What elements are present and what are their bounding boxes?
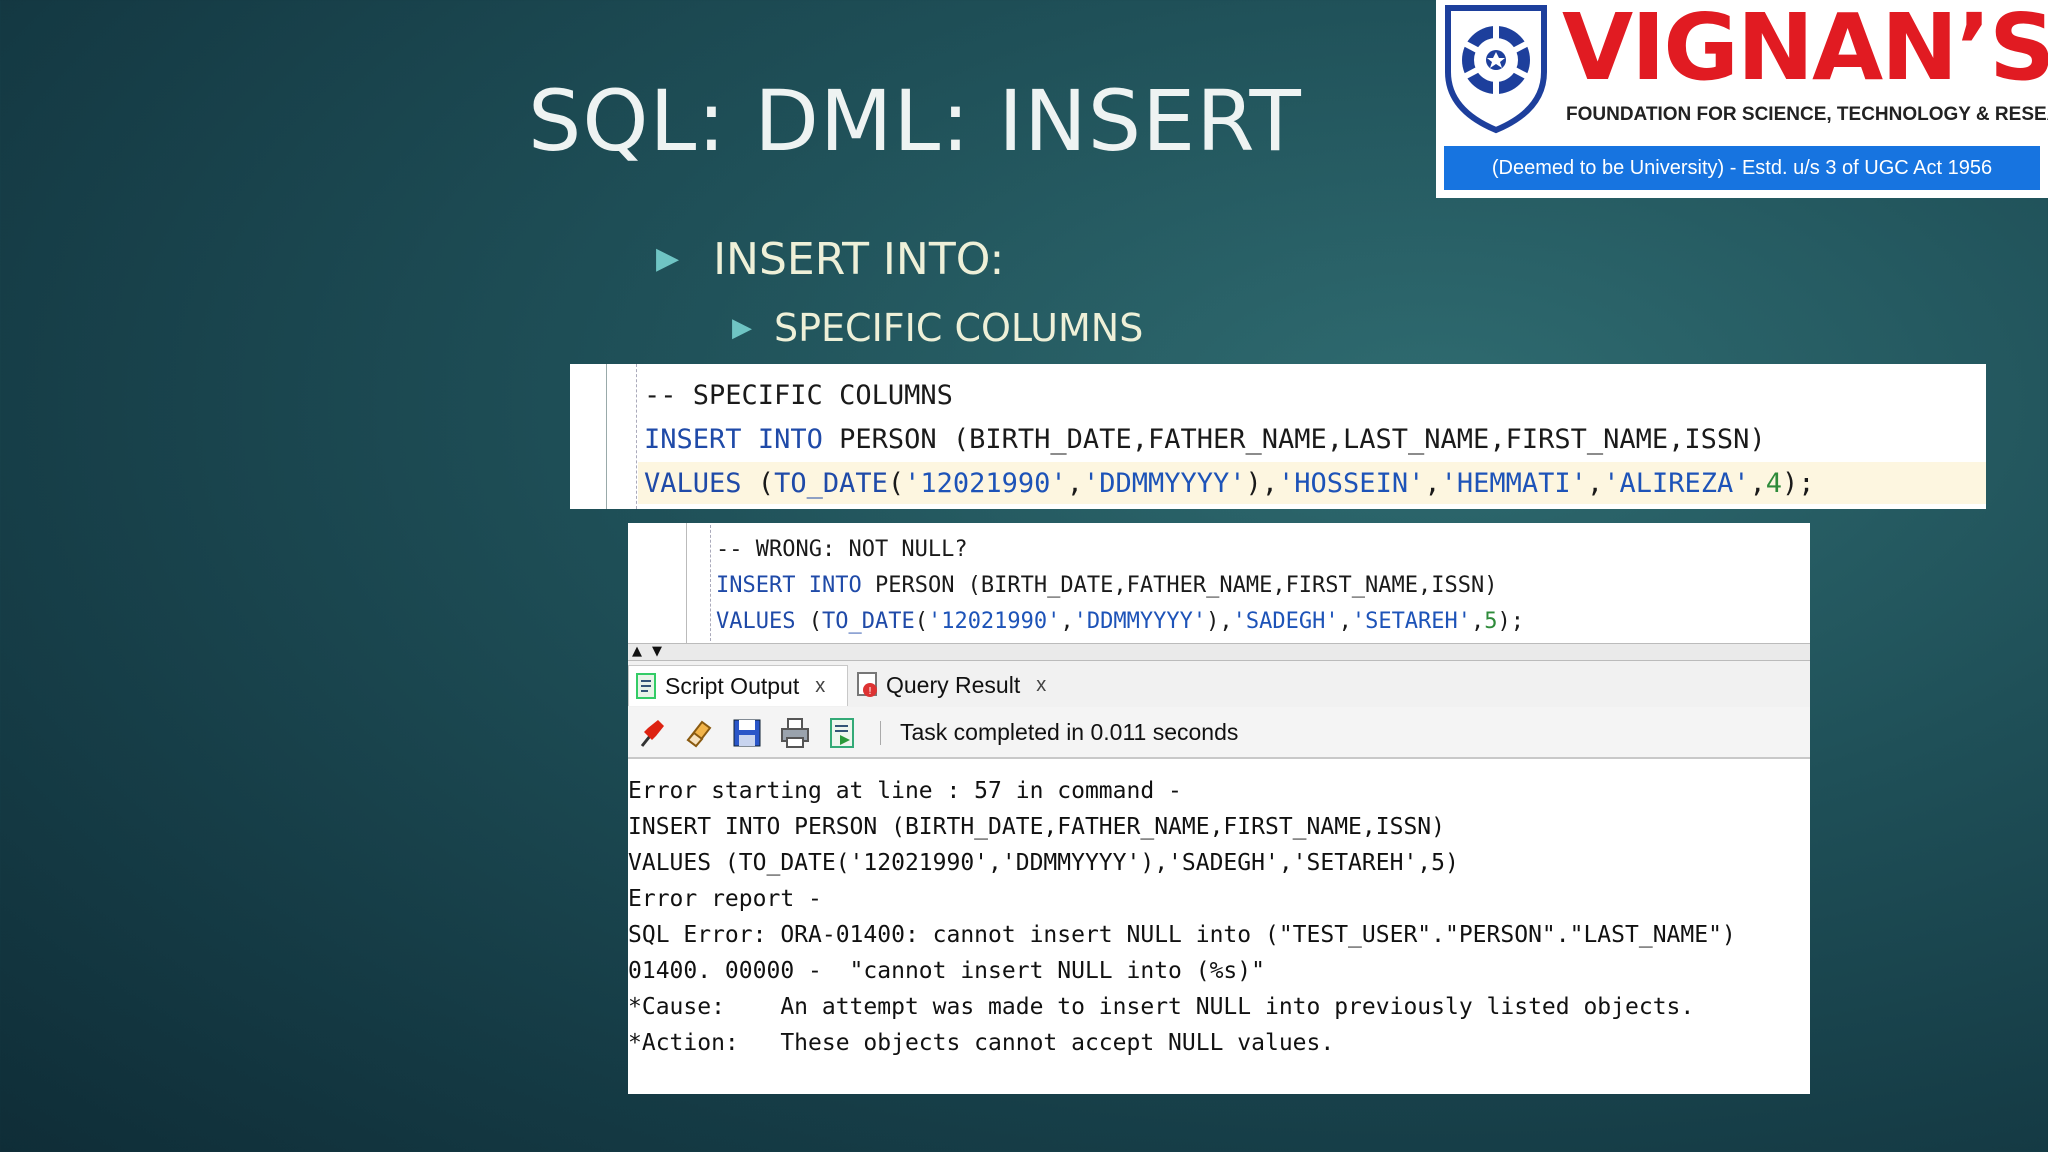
panel-splitter[interactable]: ▲ ▼ [628,643,1810,661]
tab-query-result[interactable]: ! Query Result x [850,665,1050,705]
code-punct: ); [1497,609,1525,634]
string-literal: '12021990' [927,609,1061,634]
bullet-text: SPECIFIC COLUMNS [774,306,1144,350]
logo-tagline: FOUNDATION FOR SCIENCE, TECHNOLOGY & RES… [1566,104,2048,125]
code-punct: , [1338,609,1352,634]
code-punct: ), [1245,468,1279,499]
code-line-values: VALUES (TO_DATE('12021990','DDMMYYYY'),'… [716,609,1524,634]
log-line: *Action: These objects cannot accept NUL… [628,1030,1335,1056]
print-icon[interactable] [778,716,812,750]
save-icon[interactable] [730,716,764,750]
code-line-values: VALUES (TO_DATE('12021990','DDMMYYYY'),'… [644,468,1815,499]
log-line: INSERT INTO PERSON (BIRTH_DATE,FATHER_NA… [628,814,1445,840]
expand-up-icon[interactable]: ▲ [632,644,642,659]
keyword-insert: INSERT [644,424,742,455]
close-tab-icon[interactable]: x [1036,674,1046,697]
fold-guide [710,525,711,641]
logo-brand: VIGNAN’S [1562,0,2048,101]
script-output-panel: ▲ ▼ Script Output x ! Query Result x Tas… [628,643,1810,1094]
bullet-arrow-icon: ▶ [656,241,680,276]
log-line: Error starting at line : 57 in command - [628,778,1182,804]
keyword-into: INTO [808,573,862,598]
string-literal: '12021990' [904,468,1067,499]
number-literal: 4 [1765,468,1783,499]
slide-title: SQL: DML: INSERT [528,72,1302,170]
keyword-values: VALUES [716,609,796,634]
code-punct: ); [1782,468,1815,499]
number-literal: 5 [1484,609,1498,634]
string-literal: 'DDMMYYYY' [1073,609,1207,634]
bullet-specific-columns: ▶ SPECIFIC COLUMNS [732,306,1143,350]
code-punct: , [1066,468,1083,499]
toolbar-separator [880,721,881,745]
collapse-down-icon[interactable]: ▼ [652,644,662,659]
code-punct: ( [887,468,905,499]
university-emblem-icon [1445,5,1547,134]
string-literal: 'DDMMYYYY' [1082,468,1246,499]
string-literal: 'HEMMATI' [1440,468,1587,499]
code-punct: ( [741,468,775,499]
run-script-icon[interactable] [826,716,860,750]
sql-editor-snippet-wrong: -- WRONG: NOT NULL? INSERT INTO PERSON (… [628,523,1810,643]
script-output-log: Error starting at line : 57 in command -… [628,773,1736,1061]
insert-target: PERSON (BIRTH_DATE,FATHER_NAME,FIRST_NAM… [861,573,1498,598]
string-literal: 'SETAREH' [1351,609,1472,634]
bullet-insert-into: ▶ INSERT INTO: [656,234,1004,285]
task-status: Task completed in 0.011 seconds [900,719,1239,745]
logo-subtitle: (Deemed to be University) - Estd. u/s 3 … [1444,146,2040,190]
keyword-into: INTO [757,424,823,455]
fold-guide [636,364,637,509]
tab-label: Query Result [886,671,1021,698]
code-punct: , [1749,468,1766,499]
code-punct: ), [1206,609,1233,634]
string-literal: 'SADEGH' [1232,609,1339,634]
keyword-values: VALUES [644,468,742,499]
eraser-icon[interactable] [682,716,716,750]
code-punct: , [1586,468,1604,499]
editor-gutter [686,523,687,643]
code-comment: -- WRONG: NOT NULL? [716,537,968,562]
log-line: 01400. 00000 - "cannot insert NULL into … [628,958,1265,984]
code-punct: , [1471,609,1485,634]
code-line-insert: INSERT INTO PERSON (BIRTH_DATE,FATHER_NA… [716,573,1497,598]
close-tab-icon[interactable]: x [815,675,825,698]
code-punct: , [1060,609,1074,634]
code-punct: , [1424,468,1441,499]
tab-label: Script Output [665,672,800,699]
code-line-insert: INSERT INTO PERSON (BIRTH_DATE,FATHER_NA… [644,424,1766,455]
log-line: SQL Error: ORA-01400: cannot insert NULL… [628,922,1736,948]
function-to-date: TO_DATE [774,468,888,499]
query-result-icon: ! [857,672,877,697]
pin-icon[interactable] [634,716,668,750]
code-comment: -- SPECIFIC COLUMNS [644,380,953,411]
tab-script-output[interactable]: Script Output x [628,665,848,706]
output-tab-bar: Script Output x ! Query Result x [628,661,1810,708]
university-logo: VIGNAN’S FOUNDATION FOR SCIENCE, TECHNOL… [1436,0,2048,198]
log-line: VALUES (TO_DATE('12021990','DDMMYYYY'),'… [628,850,1459,876]
bullet-text: INSERT INTO: [713,234,1005,285]
bullet-arrow-icon: ▶ [732,313,752,343]
editor-gutter [606,364,607,509]
sql-editor-snippet-specific-columns: -- SPECIFIC COLUMNS INSERT INTO PERSON (… [570,364,1986,509]
output-toolbar: Task completed in 0.011 seconds [628,707,1810,759]
script-output-icon [636,673,656,699]
code-punct: ( [914,609,928,634]
string-literal: 'HOSSEIN' [1278,468,1425,499]
string-literal: 'ALIREZA' [1603,468,1750,499]
svg-text:!: ! [868,686,872,697]
function-to-date: TO_DATE [821,609,915,634]
log-line: *Cause: An attempt was made to insert NU… [628,994,1695,1020]
code-punct: ( [795,609,822,634]
keyword-insert: INSERT [716,573,796,598]
insert-target: PERSON (BIRTH_DATE,FATHER_NAME,LAST_NAME… [822,424,1766,455]
log-line: Error report - [628,886,822,912]
